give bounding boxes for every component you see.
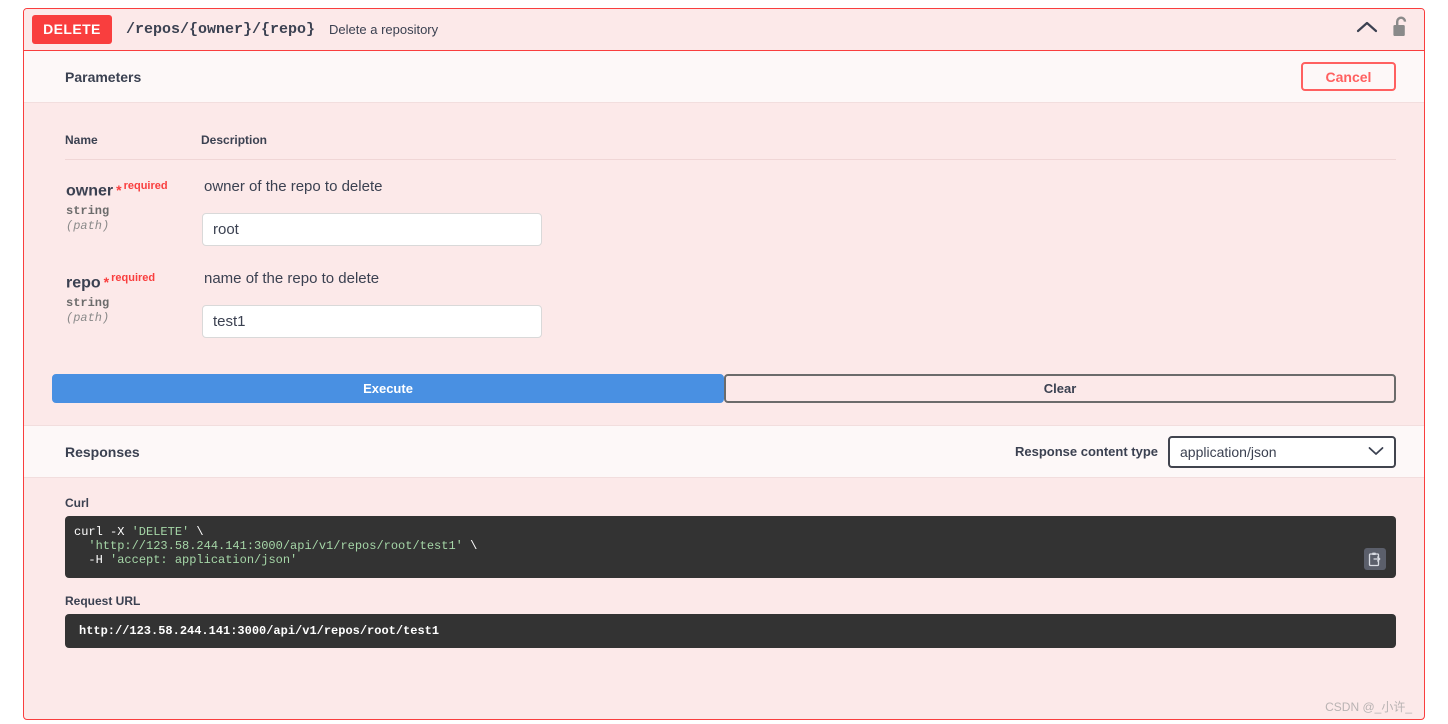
- http-method-badge: DELETE: [32, 15, 112, 44]
- curl-line3-header: 'accept: application/json': [110, 553, 298, 567]
- parameter-type: string: [66, 296, 110, 311]
- parameter-description: owner of the repo to delete: [204, 178, 383, 195]
- operation-summary-bar[interactable]: DELETE /repos/{owner}/{repo} Delete a re…: [24, 9, 1424, 51]
- summary-actions: [1356, 16, 1414, 43]
- operation-path: /repos/{owner}/{repo}: [126, 21, 316, 38]
- parameter-meta-repo: repo * required string (path): [65, 252, 201, 344]
- responses-title: Responses: [65, 443, 140, 460]
- response-content-type-group: Response content type application/json: [1014, 435, 1396, 468]
- repo-input[interactable]: [202, 305, 542, 338]
- cancel-button[interactable]: Cancel: [1301, 62, 1396, 91]
- response-content-type-select[interactable]: application/json: [1168, 435, 1396, 468]
- operation-summary-text: Delete a repository: [329, 22, 439, 37]
- operation-block-delete-repo: DELETE /repos/{owner}/{repo} Delete a re…: [23, 8, 1425, 720]
- responses-body: Curl curl -X 'DELETE' \ 'http://123.58.2…: [24, 478, 1424, 648]
- parameters-table: Name Description owner * required string (…: [65, 103, 1396, 344]
- parameters-table-header-row: Name Description: [65, 103, 1396, 160]
- curl-code-block: curl -X 'DELETE' \ 'http://123.58.244.14…: [65, 516, 1396, 578]
- parameter-description: name of the repo to delete: [204, 270, 380, 287]
- column-header-description: Description: [201, 103, 1396, 160]
- parameter-meta-owner: owner * required string (path): [65, 160, 201, 253]
- copy-to-clipboard-icon[interactable]: [1364, 548, 1386, 570]
- execute-button[interactable]: Execute: [52, 374, 724, 403]
- response-content-type-label: Response content type: [1014, 444, 1158, 459]
- curl-line2-continuation: \: [462, 539, 478, 553]
- response-content-type-value: application/json: [1180, 443, 1277, 460]
- request-url-value: http://123.58.244.141:3000/api/v1/repos/…: [65, 614, 1396, 648]
- parameter-name-text: owner: [66, 182, 114, 200]
- column-header-name: Name: [65, 103, 201, 160]
- parameter-name-text: repo: [66, 274, 101, 292]
- chevron-up-icon[interactable]: [1356, 20, 1378, 39]
- curl-line1-method: 'DELETE': [131, 525, 190, 539]
- chevron-down-icon: [1368, 443, 1384, 461]
- parameter-name: repo * required: [66, 268, 200, 293]
- parameter-name: owner * required: [66, 176, 200, 201]
- curl-line2-url: 'http://123.58.244.141:3000/api/v1/repos…: [74, 539, 463, 553]
- curl-label: Curl: [65, 496, 89, 510]
- parameter-location: (path): [66, 311, 110, 326]
- parameter-type: string: [66, 204, 110, 219]
- responses-header: Responses Response content type applicat…: [24, 425, 1424, 478]
- unlocked-padlock-icon[interactable]: [1392, 16, 1410, 43]
- csdn-watermark: CSDN @_小许_: [1325, 700, 1412, 714]
- curl-line1-continuation: \: [189, 525, 204, 539]
- action-button-row: Execute Clear: [24, 344, 1424, 425]
- curl-line3-flag: -H: [74, 553, 111, 567]
- table-row: repo * required string (path) name of the …: [65, 252, 1396, 344]
- curl-line1-command: curl -X: [74, 525, 132, 539]
- clear-button[interactable]: Clear: [724, 374, 1396, 403]
- parameter-location: (path): [66, 219, 110, 234]
- required-label: required: [111, 272, 156, 284]
- request-url-label: Request URL: [65, 594, 141, 608]
- owner-input[interactable]: [202, 213, 542, 246]
- required-asterisk: *: [116, 182, 122, 199]
- parameters-header: Parameters Cancel: [24, 51, 1424, 103]
- table-row: owner * required string (path) owner of th…: [65, 160, 1396, 253]
- required-asterisk: *: [103, 274, 110, 291]
- parameter-body-repo: name of the repo to delete: [201, 252, 1396, 344]
- required-label: required: [123, 180, 168, 192]
- parameter-body-owner: owner of the repo to delete: [201, 160, 1396, 253]
- parameters-title: Parameters: [65, 68, 142, 85]
- parameters-table-wrap: Name Description owner * required string (…: [24, 103, 1424, 344]
